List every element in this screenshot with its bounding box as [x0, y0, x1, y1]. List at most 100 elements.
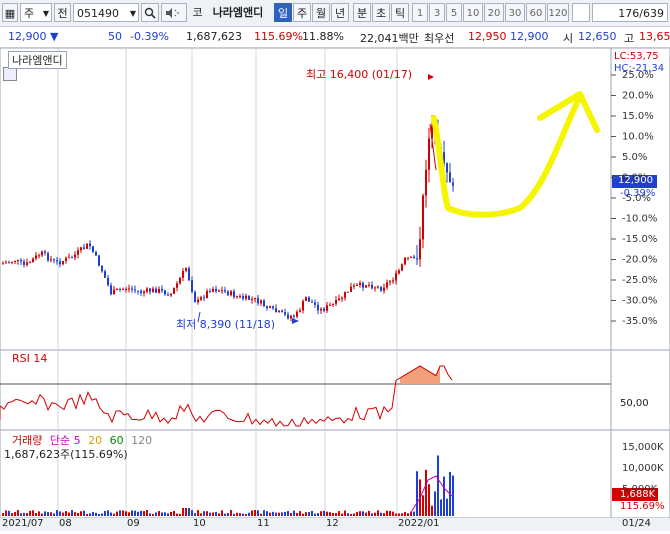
volume-bar: [293, 510, 295, 516]
candle-body: [317, 304, 319, 311]
volume-bar: [305, 512, 307, 516]
search-icon[interactable]: [141, 3, 159, 22]
period-tick[interactable]: 틱: [391, 3, 409, 22]
current-price-tag: 12,900: [618, 175, 653, 186]
price-axis-tick: -35.0%: [622, 316, 657, 327]
volume-bar: [350, 513, 352, 516]
volume-axis-tick: 10,000K: [622, 463, 664, 474]
price-axis-tick: 20.0%: [622, 91, 654, 102]
volume-bar: [341, 513, 343, 516]
candle-body: [362, 282, 364, 288]
chart-area[interactable]: 25.0% 20.0% 15.0% 10.0% 5.0% 0.0% -5.0% -10.0% -…: [0, 47, 670, 531]
candle-body: [428, 138, 430, 170]
prev-button[interactable]: 전: [54, 3, 71, 22]
grid-icon[interactable]: ▦: [2, 3, 18, 22]
speaker-icon[interactable]: [161, 3, 187, 22]
volume-bar: [452, 475, 454, 516]
minute-3[interactable]: 3: [429, 3, 445, 22]
volume-bar: [80, 511, 82, 516]
volume-bar: [230, 510, 232, 516]
minute-1[interactable]: 1: [412, 3, 428, 22]
volume-bar: [275, 512, 277, 516]
candle-body: [389, 281, 391, 283]
stock-name: 나라엠앤디: [212, 6, 264, 19]
volume-bar: [164, 512, 166, 516]
volume-bar: [143, 511, 145, 516]
volume-bar: [74, 512, 76, 516]
volume-bar: [167, 513, 169, 516]
candle-body: [107, 277, 109, 286]
candle-body: [23, 261, 25, 265]
candle-body: [2, 263, 4, 265]
page-counter[interactable]: 176/639: [592, 3, 668, 22]
price-axis-tick: 5.0%: [622, 152, 647, 163]
candle-body: [419, 239, 421, 260]
volume-bar: [311, 510, 313, 516]
stock-code-input[interactable]: 051490 ▼: [73, 3, 139, 22]
candle-body: [104, 271, 106, 278]
candle-body: [164, 290, 166, 295]
volume-bar: [248, 512, 250, 516]
candle-body: [35, 255, 37, 259]
x-axis-label: 12: [326, 518, 339, 529]
candle-body: [92, 246, 94, 252]
candle-body: [290, 315, 292, 319]
candle-body: [191, 280, 193, 292]
minute-20[interactable]: 20: [484, 3, 504, 22]
period-minute[interactable]: 분: [353, 3, 371, 22]
minute-30[interactable]: 30: [505, 3, 525, 22]
candle-body: [212, 288, 214, 292]
period-count-input[interactable]: [572, 3, 590, 22]
volume-bar: [122, 510, 124, 516]
minute-10[interactable]: 10: [463, 3, 483, 22]
candle-body: [425, 169, 427, 196]
candle-body: [152, 288, 154, 292]
volume-bar: [212, 512, 214, 516]
candle-body: [122, 289, 124, 291]
candle-body: [119, 289, 121, 291]
candle-body: [59, 261, 61, 265]
volume-bar: [173, 511, 175, 516]
volume-bar: [50, 512, 52, 516]
price-axis-tick: 15.0%: [622, 111, 654, 122]
volume-bar: [206, 511, 208, 516]
candle-body: [185, 268, 187, 271]
candle-body: [323, 308, 325, 311]
minute-5[interactable]: 5: [446, 3, 462, 22]
period-month[interactable]: 월: [312, 3, 330, 22]
market-select[interactable]: 주 ▼: [20, 3, 52, 22]
candle-body: [158, 288, 160, 293]
rsi-panel-title: RSI 14: [12, 352, 48, 365]
candle-body: [221, 290, 223, 292]
volume-bar: [134, 510, 136, 516]
volume-bar: [224, 513, 226, 516]
volume-bar: [266, 511, 268, 516]
high-label: 고: [624, 32, 635, 45]
candle-body: [278, 310, 280, 313]
candle-body: [383, 287, 385, 291]
volume-bar: [107, 510, 109, 516]
open-label: 시: [563, 32, 574, 45]
period-second[interactable]: 초: [372, 3, 390, 22]
volume-bar: [59, 511, 61, 516]
low-label: 최저 8,390 (11/18): [176, 318, 276, 331]
volume-bar: [374, 512, 376, 516]
volume-bar: [23, 512, 25, 516]
volume-bar: [215, 511, 217, 516]
volume-bar: [95, 512, 97, 516]
candle-body: [308, 297, 310, 302]
minute-60[interactable]: 60: [526, 3, 546, 22]
period-day[interactable]: 일: [274, 3, 292, 22]
candle-body: [56, 260, 58, 262]
volume-bar: [101, 513, 103, 516]
volume-bar: [329, 512, 331, 516]
period-year[interactable]: 년: [331, 3, 349, 22]
candle-body: [140, 290, 142, 293]
volume-bar: [158, 511, 160, 516]
volume-bar: [296, 513, 298, 516]
minute-120[interactable]: 120: [547, 3, 569, 22]
x-axis-label: 09: [127, 518, 140, 529]
volume-bar: [422, 495, 424, 516]
chart-settings-icon[interactable]: [3, 67, 17, 81]
period-week[interactable]: 주: [293, 3, 311, 22]
